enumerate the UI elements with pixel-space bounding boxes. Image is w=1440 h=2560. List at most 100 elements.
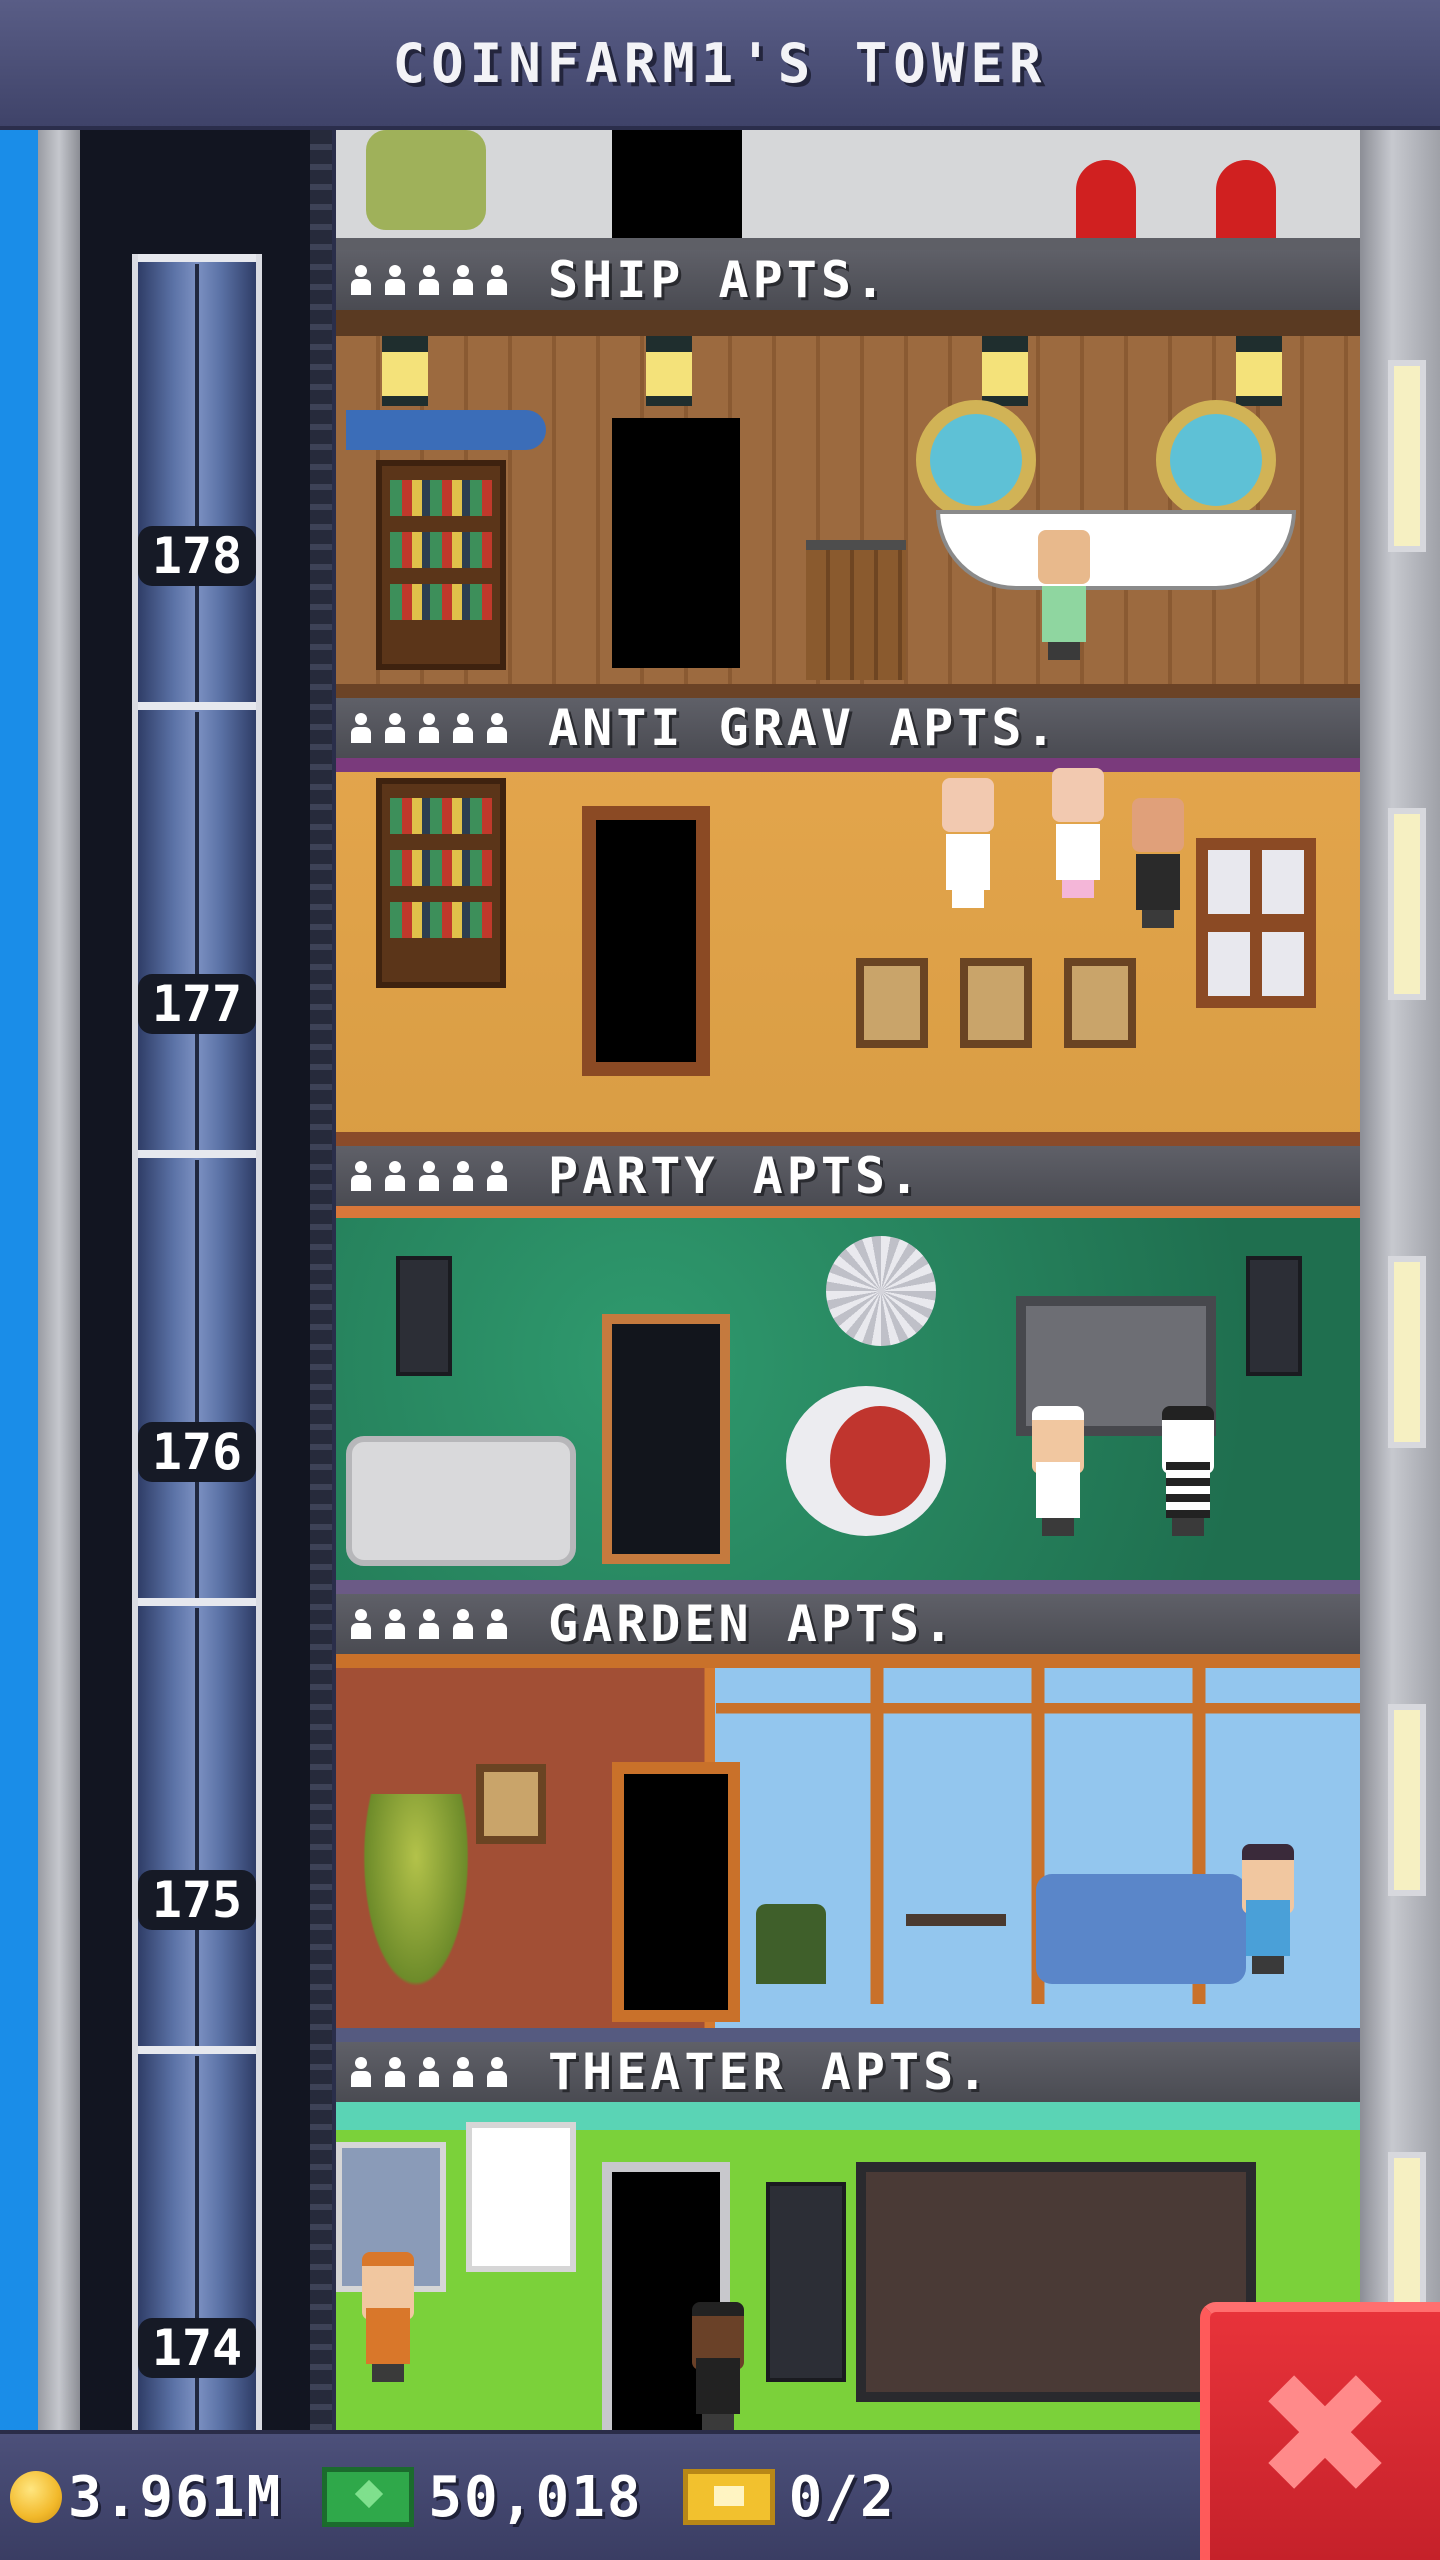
floor-number: 175 xyxy=(138,1870,256,1930)
home-theater-screen xyxy=(856,2162,1256,2402)
floor-name: ANTI GRAV APTS. xyxy=(548,699,1060,757)
floor-slab xyxy=(336,1132,1360,1146)
resident-icon xyxy=(416,1161,442,1191)
picture-frame xyxy=(960,958,1032,1048)
picture-frame xyxy=(856,958,928,1048)
floor-garden-apts[interactable]: GARDEN APTS. xyxy=(336,1594,1360,2042)
floor-number: 174 xyxy=(138,2318,256,2378)
resident-icon xyxy=(348,713,374,743)
resident-icon xyxy=(450,1609,476,1639)
bux-value: 50,018 xyxy=(428,2464,643,2530)
floor-partial-top[interactable] xyxy=(336,130,1360,250)
disco-ball xyxy=(826,1236,936,1346)
resident-character[interactable] xyxy=(1046,768,1110,898)
side-table xyxy=(906,1914,1006,1926)
hammock xyxy=(936,510,1296,590)
resident-icon xyxy=(450,713,476,743)
floor-label: SHIP APTS. xyxy=(336,250,1360,310)
speaker xyxy=(766,2182,846,2382)
stool xyxy=(1216,160,1276,240)
tickets-stat[interactable]: 0/2 xyxy=(682,2464,896,2530)
tower-window xyxy=(1388,1704,1426,1896)
elevator-car[interactable] xyxy=(132,702,262,1150)
resident-character[interactable] xyxy=(356,2252,420,2382)
porthole-window xyxy=(916,400,1036,520)
tower-title: COINFARM1'S TOWER xyxy=(392,31,1048,95)
resident-icons xyxy=(348,2057,510,2087)
stool xyxy=(1076,160,1136,240)
bux-stat[interactable]: 50,018 xyxy=(322,2465,642,2530)
floor-party-apts[interactable]: PARTY APTS. xyxy=(336,1146,1360,1594)
resident-icon xyxy=(382,713,408,743)
swordfish-trophy xyxy=(346,410,546,450)
room-interior xyxy=(336,758,1360,1146)
resident-icon xyxy=(450,1161,476,1191)
floor-ship-apts[interactable]: SHIP APTS. xyxy=(336,250,1360,698)
tickets-value: 0/2 xyxy=(788,2464,896,2530)
bookshelf xyxy=(376,460,506,670)
porthole-window xyxy=(1156,400,1276,520)
floor-number: 177 xyxy=(138,974,256,1034)
resident-icon xyxy=(382,2057,408,2087)
room-interior xyxy=(336,310,1360,698)
ceiling-trim xyxy=(336,1654,1360,1668)
floor-slab xyxy=(336,1580,1360,1594)
armchair xyxy=(366,130,486,230)
resident-character[interactable] xyxy=(1026,1406,1090,1536)
resident-character[interactable] xyxy=(1032,530,1096,660)
apartment-door[interactable] xyxy=(612,418,740,668)
apartment-door[interactable] xyxy=(612,1762,740,2022)
elevator-car[interactable] xyxy=(132,2046,262,2494)
ceiling-trim xyxy=(336,758,1360,772)
resident-icon xyxy=(348,2057,374,2087)
tower-window xyxy=(1388,360,1426,552)
resident-character[interactable] xyxy=(1156,1406,1220,1536)
resident-character[interactable] xyxy=(686,2302,750,2430)
floor-name: GARDEN APTS. xyxy=(548,1595,958,1653)
resident-icon xyxy=(348,1161,374,1191)
resident-icon xyxy=(382,265,408,295)
resident-character[interactable] xyxy=(936,778,1000,908)
resident-icon xyxy=(382,1161,408,1191)
resident-icons xyxy=(348,713,510,743)
resident-icon xyxy=(382,1609,408,1639)
ticket-icon xyxy=(682,2469,775,2525)
close-button[interactable]: ✖ xyxy=(1200,2302,1440,2560)
lantern xyxy=(382,336,428,406)
elevator-car[interactable] xyxy=(132,1598,262,2046)
elevator-car[interactable] xyxy=(132,254,262,702)
couch xyxy=(1036,1874,1246,1984)
elevator-car[interactable] xyxy=(132,1150,262,1598)
resident-icon xyxy=(484,2057,510,2087)
doorway xyxy=(612,130,742,240)
floor-anti-grav-apts[interactable]: ANTI GRAV APTS. xyxy=(336,698,1360,1146)
lantern xyxy=(646,336,692,406)
resident-icons xyxy=(348,1161,510,1191)
resident-icon xyxy=(450,2057,476,2087)
sofa xyxy=(346,1436,576,1566)
floor-slab xyxy=(336,2028,1360,2042)
floor-number: 176 xyxy=(138,1422,256,1482)
movie-poster xyxy=(466,2122,576,2272)
floor-label: GARDEN APTS. xyxy=(336,1594,1360,1654)
apartment-door[interactable] xyxy=(602,1314,730,1564)
floor-number: 178 xyxy=(138,526,256,586)
tower-header: COINFARM1'S TOWER xyxy=(0,0,1440,130)
resident-icon xyxy=(348,265,374,295)
lantern xyxy=(982,336,1028,406)
floor-name: SHIP APTS. xyxy=(548,251,890,309)
potted-plant xyxy=(356,1794,476,2004)
coin-icon xyxy=(10,2471,62,2523)
resident-icons xyxy=(348,1609,510,1639)
resident-character[interactable] xyxy=(1126,798,1190,928)
close-icon: ✖ xyxy=(1253,2337,1397,2535)
bux-icon xyxy=(322,2467,415,2527)
coins-value: 3.961M xyxy=(68,2464,283,2530)
resident-icon xyxy=(416,2057,442,2087)
resident-character[interactable] xyxy=(1236,1844,1300,1974)
resident-icon xyxy=(450,265,476,295)
tower-window xyxy=(1388,808,1426,1000)
apartment-door[interactable] xyxy=(582,806,710,1076)
game-screen: COINFARM1'S TOWER 178 177 176 175 174 SH… xyxy=(0,0,1440,2560)
coins-stat[interactable]: 3.961M xyxy=(10,2465,282,2530)
